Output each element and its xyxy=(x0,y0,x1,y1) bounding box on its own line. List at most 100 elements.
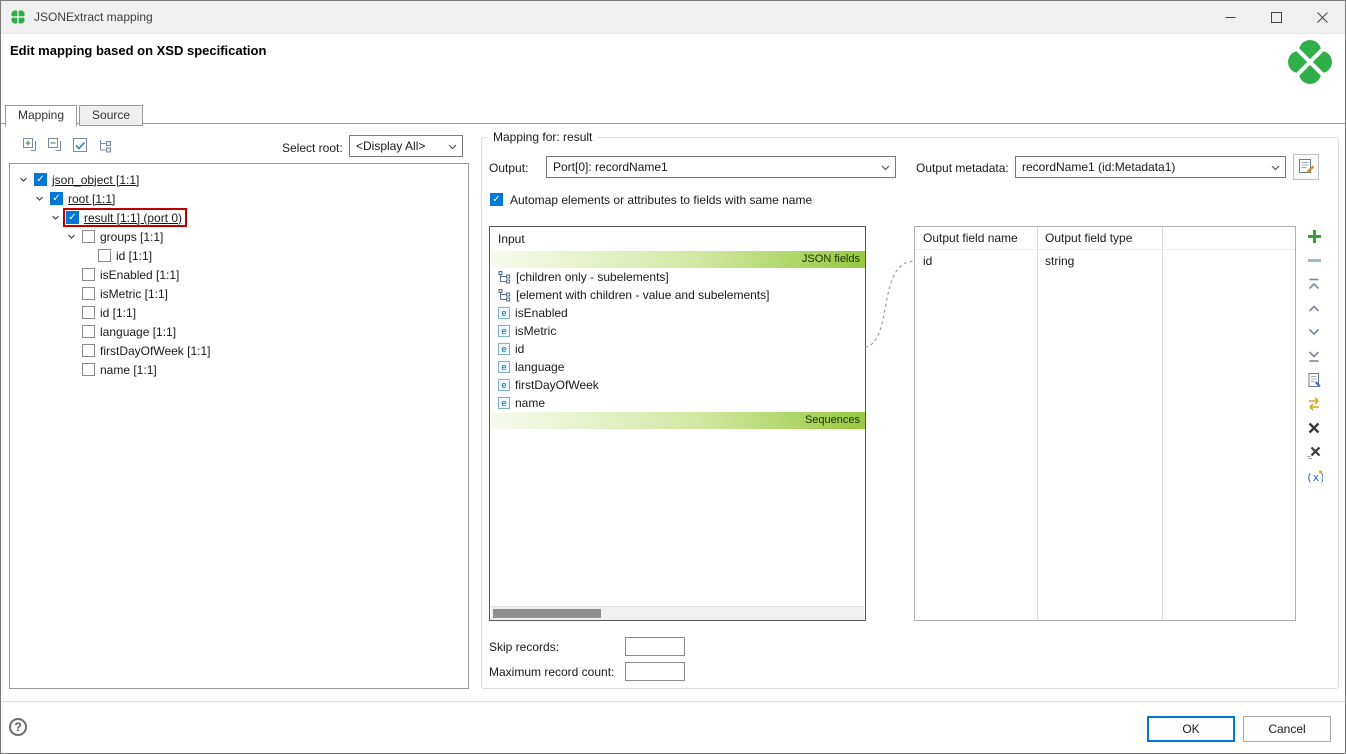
tree-expand-icon[interactable] xyxy=(32,194,47,203)
help-icon: ? xyxy=(14,720,21,734)
tree-node-label: name [1:1] xyxy=(100,363,157,377)
column-header-field-type: Output field type xyxy=(1037,227,1162,249)
input-list-item[interactable]: eisMetric xyxy=(490,322,865,340)
tree-item[interactable]: groups [1:1] xyxy=(10,227,468,246)
cancel-button[interactable]: Cancel xyxy=(1243,716,1331,742)
tree-node-checkbox[interactable]: ✓ xyxy=(50,192,63,205)
clear-mappings-button[interactable] xyxy=(1305,443,1323,461)
xsd-tree[interactable]: ✓json_object [1:1]✓root [1:1]✓result [1:… xyxy=(9,163,469,689)
tree-node: language [1:1] xyxy=(79,322,181,341)
automap-checkbox[interactable]: ✓ xyxy=(490,193,503,206)
tree-node-label: isEnabled [1:1] xyxy=(100,268,179,282)
input-list-item[interactable]: eid xyxy=(490,340,865,358)
output-port-value: Port[0]: recordName1 xyxy=(553,160,668,174)
input-section-header: Sequences xyxy=(490,412,865,429)
tree-node-checkbox[interactable] xyxy=(82,230,95,243)
tree-node: isMetric [1:1] xyxy=(79,284,173,303)
tree-node-checkbox[interactable] xyxy=(82,363,95,376)
tree-node-checkbox[interactable] xyxy=(82,287,95,300)
element-icon: e xyxy=(498,343,510,355)
tree-node-checkbox[interactable] xyxy=(82,344,95,357)
tree-item[interactable]: ✓json_object [1:1] xyxy=(10,170,468,189)
tab-source[interactable]: Source xyxy=(79,105,143,126)
horizontal-scrollbar[interactable] xyxy=(491,606,864,620)
tree-toolbar xyxy=(21,136,114,154)
tree-node-checkbox[interactable] xyxy=(82,268,95,281)
tab-bar: MappingSource xyxy=(5,105,145,127)
tree-node-checkbox[interactable] xyxy=(82,325,95,338)
move-up-button[interactable] xyxy=(1305,299,1323,317)
output-metadata-dropdown[interactable]: recordName1 (id:Metadata1) xyxy=(1015,156,1286,178)
expand-all-icon xyxy=(22,137,39,154)
input-list-item[interactable]: ename xyxy=(490,394,865,412)
move-top-button[interactable] xyxy=(1305,275,1323,293)
remove-field-button[interactable] xyxy=(1305,251,1323,269)
tree-node-label: result [1:1] (port 0) xyxy=(84,211,182,225)
input-list: JSON fields[children only - subelements]… xyxy=(490,251,865,429)
remove-mapping-button[interactable] xyxy=(1305,419,1323,437)
subelements-icon xyxy=(498,271,511,284)
tree-expand-icon[interactable] xyxy=(16,175,31,184)
move-bottom-icon xyxy=(1306,348,1322,364)
input-list-item[interactable]: [element with children - value and subel… xyxy=(490,286,865,304)
output-field-type: string xyxy=(1037,250,1162,272)
tree-node: name [1:1] xyxy=(79,360,162,379)
input-item-label: name xyxy=(515,396,545,410)
edit-metadata-button[interactable] xyxy=(1293,154,1319,180)
tree-item[interactable]: name [1:1] xyxy=(10,360,468,379)
tree-item[interactable]: firstDayOfWeek [1:1] xyxy=(10,341,468,360)
tree-item[interactable]: isEnabled [1:1] xyxy=(10,265,468,284)
check-all-button[interactable] xyxy=(71,136,89,154)
automap-button[interactable] xyxy=(1305,395,1323,413)
tree-item[interactable]: ✓root [1:1] xyxy=(10,189,468,208)
scrollbar-thumb[interactable] xyxy=(493,609,601,618)
tree-structure-button[interactable] xyxy=(96,136,114,154)
add-field-button[interactable] xyxy=(1305,227,1323,245)
ok-button[interactable]: OK xyxy=(1147,716,1235,742)
tree-item[interactable]: id [1:1] xyxy=(10,303,468,322)
tree-item[interactable]: ✓ result [1:1] (port 0) xyxy=(10,208,468,227)
edit-metadata-icon xyxy=(1297,157,1315,178)
tree-node-label: firstDayOfWeek [1:1] xyxy=(100,344,210,358)
tree-node-checkbox[interactable] xyxy=(98,249,111,262)
input-list-item[interactable]: efirstDayOfWeek xyxy=(490,376,865,394)
tab-mapping[interactable]: Mapping xyxy=(5,105,77,127)
input-list-item[interactable]: eisEnabled xyxy=(490,304,865,322)
edit-fields-button[interactable] xyxy=(1305,371,1323,389)
tree-node: id [1:1] xyxy=(79,303,141,322)
tree-node-checkbox[interactable]: ✓ xyxy=(34,173,47,186)
collapse-all-button[interactable] xyxy=(46,136,64,154)
tree-node-checkbox[interactable]: ✓ xyxy=(66,211,79,224)
output-table-row[interactable]: idstring xyxy=(915,250,1295,272)
output-port-dropdown[interactable]: Port[0]: recordName1 xyxy=(546,156,896,178)
window-title: JSONExtract mapping xyxy=(34,10,153,24)
output-metadata-value: recordName1 (id:Metadata1) xyxy=(1022,160,1175,174)
maximize-button[interactable] xyxy=(1253,1,1299,33)
expression-button[interactable]: (x) xyxy=(1305,467,1323,485)
expand-all-button[interactable] xyxy=(21,136,39,154)
move-down-button[interactable] xyxy=(1305,323,1323,341)
move-bottom-button[interactable] xyxy=(1305,347,1323,365)
add-field-icon xyxy=(1306,228,1323,245)
tree-item[interactable]: id [1:1] xyxy=(10,246,468,265)
input-list-item[interactable]: elanguage xyxy=(490,358,865,376)
tree-node-checkbox[interactable] xyxy=(82,306,95,319)
input-item-label: isMetric xyxy=(515,324,556,338)
tree-item[interactable]: language [1:1] xyxy=(10,322,468,341)
input-list-item[interactable]: [children only - subelements] xyxy=(490,268,865,286)
minimize-button[interactable] xyxy=(1207,1,1253,33)
tree-node: firstDayOfWeek [1:1] xyxy=(79,341,215,360)
tree-expand-icon[interactable] xyxy=(48,213,63,222)
tree-item[interactable]: isMetric [1:1] xyxy=(10,284,468,303)
select-root-value: <Display All> xyxy=(356,139,425,153)
tree-expand-icon[interactable] xyxy=(64,232,79,241)
close-button[interactable] xyxy=(1299,1,1345,33)
help-button[interactable]: ? xyxy=(9,718,27,736)
automap-icon xyxy=(1306,396,1322,412)
input-item-label: id xyxy=(515,342,524,356)
skip-records-input[interactable] xyxy=(625,637,685,656)
max-record-count-input[interactable] xyxy=(625,662,685,681)
select-root-dropdown[interactable]: <Display All> xyxy=(349,135,463,157)
mapping-group-title: Mapping for: result xyxy=(488,130,597,144)
clear-mappings-icon xyxy=(1306,444,1322,460)
